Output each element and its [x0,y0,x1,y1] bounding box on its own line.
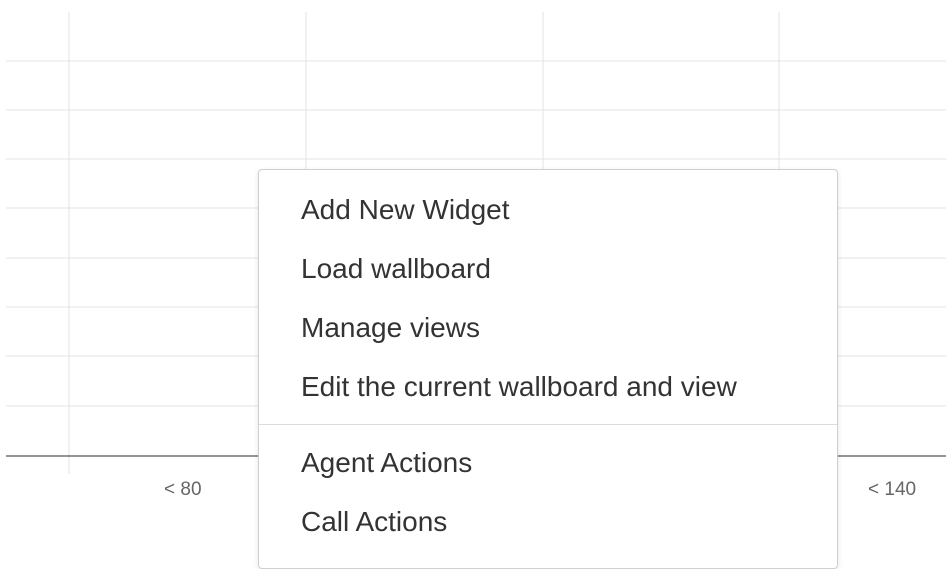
menu-item-call-actions[interactable]: Call Actions [259,492,837,551]
menu-item-load-wallboard[interactable]: Load wallboard [259,239,837,298]
x-tick-label: < 80 [164,479,202,500]
x-tick-label: < 140 [868,479,917,500]
menu-item-edit-wallboard-view[interactable]: Edit the current wallboard and view [259,357,837,416]
menu-item-agent-actions[interactable]: Agent Actions [259,433,837,492]
menu-group-wallboard: Add New Widget Load wallboard Manage vie… [259,170,837,416]
menu-item-add-new-widget[interactable]: Add New Widget [259,180,837,239]
context-menu: Add New Widget Load wallboard Manage vie… [258,169,838,569]
menu-group-actions: Agent Actions Call Actions [259,433,837,551]
menu-item-manage-views[interactable]: Manage views [259,298,837,357]
menu-divider [259,424,837,425]
